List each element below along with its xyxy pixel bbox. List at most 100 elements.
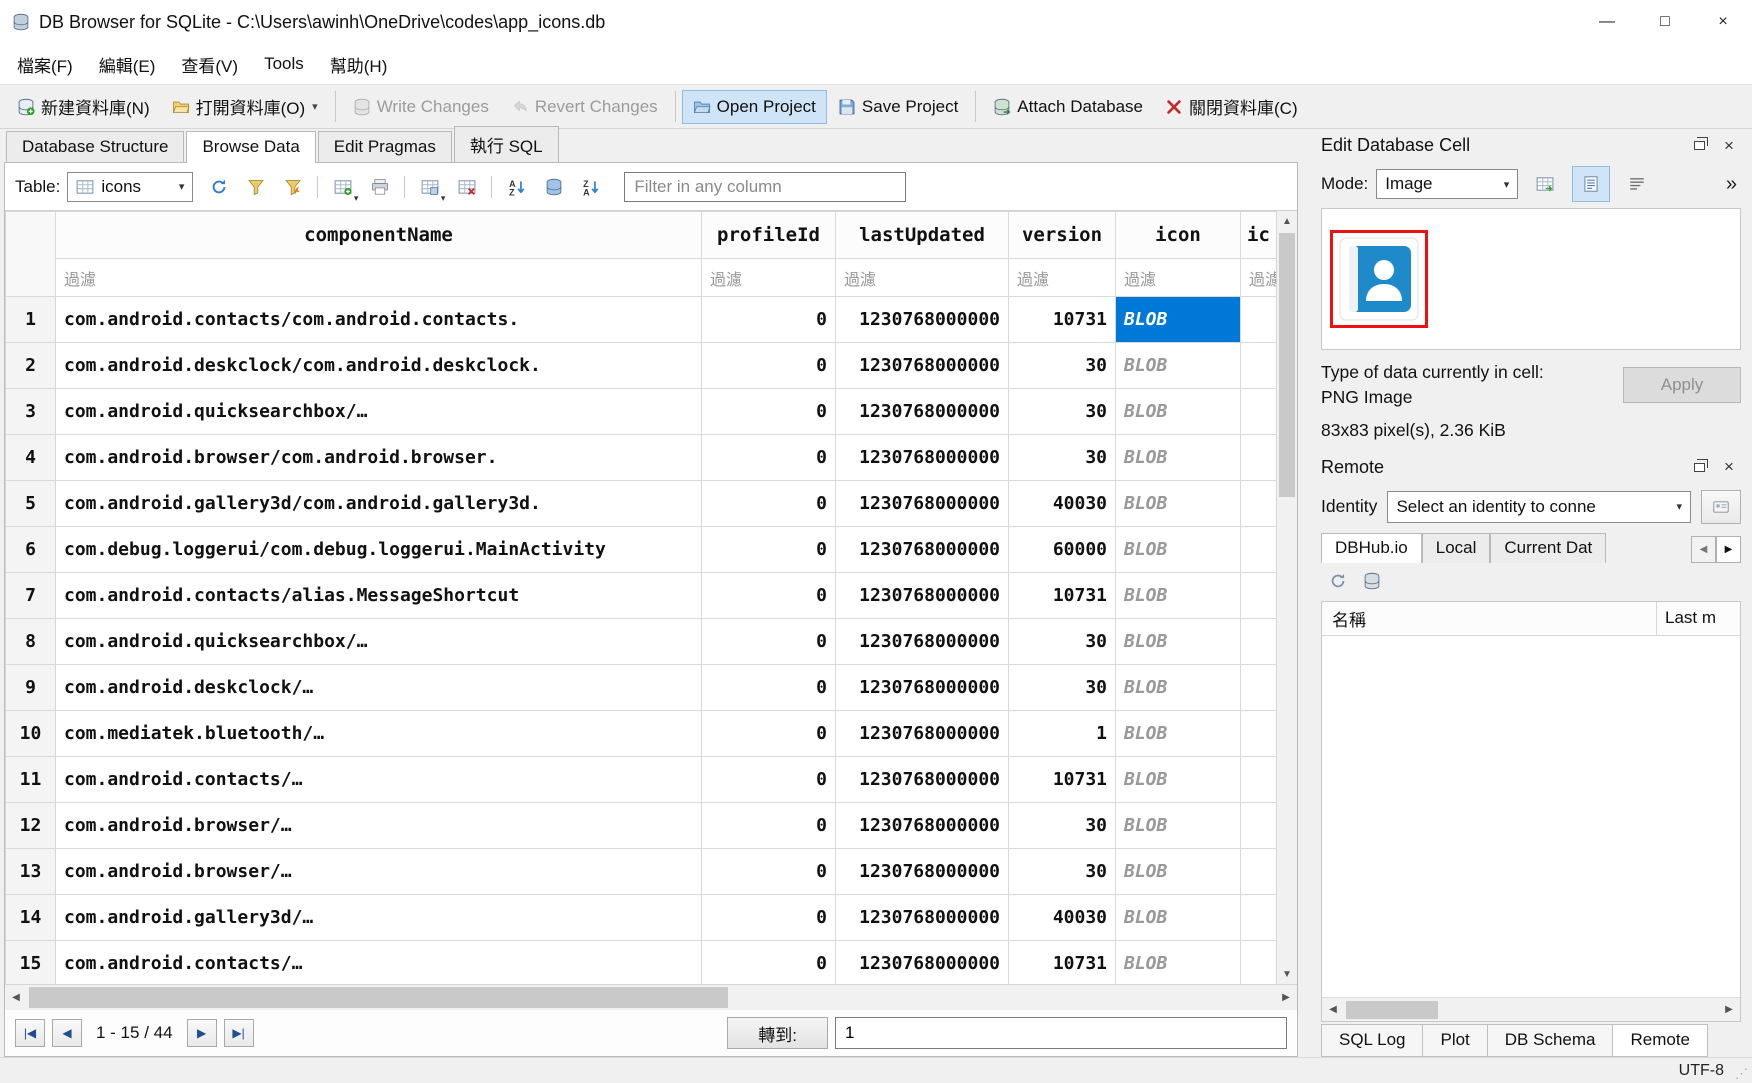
chevron-down-icon[interactable]: ▾ <box>354 193 359 204</box>
cell-profileId[interactable]: 0 <box>702 895 836 941</box>
menu-help[interactable]: 幫助(H) <box>317 45 401 84</box>
cell-icon[interactable]: BLOB <box>1116 665 1241 711</box>
dock-tab-db-schema[interactable]: DB Schema <box>1487 1024 1614 1057</box>
scroll-right-icon[interactable]: ▶ <box>1718 998 1740 1021</box>
row-number-cell[interactable]: 1 <box>6 297 56 343</box>
cell-icon[interactable]: BLOB <box>1116 389 1241 435</box>
row-number-cell[interactable]: 2 <box>6 343 56 389</box>
cell-version[interactable]: 30 <box>1009 849 1116 895</box>
row-number-cell[interactable]: 6 <box>6 527 56 573</box>
row-number-cell[interactable]: 11 <box>6 757 56 803</box>
scroll-down-icon[interactable]: ▼ <box>1277 964 1297 984</box>
cell-version[interactable]: 60000 <box>1009 527 1116 573</box>
more-tools-icon[interactable]: » <box>1726 173 1741 196</box>
cell-icon[interactable]: BLOB <box>1116 895 1241 941</box>
cell-profileId[interactable]: 0 <box>702 849 836 895</box>
cell-componentName[interactable]: com.android.deskclock/com.android.deskcl… <box>56 343 702 389</box>
cell-componentName[interactable]: com.android.contacts/com.android.contact… <box>56 297 702 343</box>
cell-componentName[interactable]: com.android.gallery3d/… <box>56 895 702 941</box>
last-page-button[interactable]: ▶| <box>224 1019 254 1047</box>
next-page-button[interactable]: ▶ <box>187 1019 217 1047</box>
remote-scrollbar-thumb[interactable] <box>1346 1001 1438 1019</box>
cell-version[interactable]: 10731 <box>1009 757 1116 803</box>
import-data-button[interactable] <box>1526 166 1564 202</box>
cell-icon[interactable]: BLOB <box>1116 343 1241 389</box>
duplicate-record-icon[interactable]: ▾ <box>411 170 448 204</box>
cell-componentName[interactable]: com.android.contacts/… <box>56 941 702 987</box>
resize-grip[interactable]: ⋰ <box>1735 1066 1748 1082</box>
first-page-button[interactable]: |◀ <box>15 1019 45 1047</box>
cell-componentName[interactable]: com.mediatek.bluetooth/… <box>56 711 702 757</box>
row-number-cell[interactable]: 13 <box>6 849 56 895</box>
filter-cell-lastUpdated[interactable]: 過濾 <box>836 259 1009 297</box>
tab-browse-data[interactable]: Browse Data <box>186 131 315 163</box>
cell-profileId[interactable]: 0 <box>702 297 836 343</box>
cell-version[interactable]: 30 <box>1009 665 1116 711</box>
cell-componentName[interactable]: com.android.browser/… <box>56 849 702 895</box>
column-header-ic[interactable]: ic <box>1241 212 1277 259</box>
tab-database-structure[interactable]: Database Structure <box>6 131 184 162</box>
cell-version[interactable]: 40030 <box>1009 895 1116 941</box>
cell-profileId[interactable]: 0 <box>702 619 836 665</box>
menu-view[interactable]: 查看(V) <box>168 45 251 84</box>
cell-lastUpdated[interactable]: 1230768000000 <box>836 619 1009 665</box>
row-number-cell[interactable]: 5 <box>6 481 56 527</box>
chevron-down-icon[interactable]: ▾ <box>312 100 318 113</box>
cell-lastUpdated[interactable]: 1230768000000 <box>836 941 1009 987</box>
close-button[interactable]: × <box>1694 0 1752 44</box>
refresh-icon[interactable] <box>200 170 237 204</box>
vertical-scrollbar-thumb[interactable] <box>1279 233 1295 497</box>
print-icon[interactable] <box>361 170 398 204</box>
cell-profileId[interactable]: 0 <box>702 941 836 987</box>
tab-scroll-right-icon[interactable]: ▶ <box>1716 536 1741 563</box>
horizontal-scrollbar[interactable]: ◀ ▶ <box>5 984 1297 1010</box>
filter-cell-profileId[interactable]: 過濾 <box>702 259 836 297</box>
save-results-icon[interactable] <box>535 170 572 204</box>
dock-tab-remote[interactable]: Remote <box>1612 1024 1708 1057</box>
goto-input[interactable] <box>835 1017 1287 1049</box>
cell-profileId[interactable]: 0 <box>702 435 836 481</box>
cell-profileId[interactable]: 0 <box>702 481 836 527</box>
cell-lastUpdated[interactable]: 1230768000000 <box>836 343 1009 389</box>
cell-componentName[interactable]: com.android.quicksearchbox/… <box>56 619 702 665</box>
cell-icon[interactable]: BLOB <box>1116 527 1241 573</box>
cell-icon[interactable]: BLOB <box>1116 297 1241 343</box>
dock-tab-plot[interactable]: Plot <box>1422 1024 1487 1057</box>
row-number-cell[interactable]: 15 <box>6 941 56 987</box>
column-header-profileId[interactable]: profileId <box>702 212 836 259</box>
clone-database-icon[interactable] <box>1363 572 1381 590</box>
mode-select[interactable]: Image ▾ <box>1376 169 1518 199</box>
filter-cell-ic[interactable]: 過濾 <box>1241 259 1277 297</box>
panel-splitter[interactable] <box>1302 129 1310 1057</box>
cell-version[interactable]: 30 <box>1009 389 1116 435</box>
tab-edit-pragmas[interactable]: Edit Pragmas <box>318 131 452 162</box>
column-header-icon[interactable]: icon <box>1116 212 1241 259</box>
cell-profileId[interactable]: 0 <box>702 803 836 849</box>
scroll-right-icon[interactable]: ▶ <box>1275 985 1297 1010</box>
close-database-button[interactable]: 關閉資料庫(C) <box>1154 87 1309 126</box>
open-database-button[interactable]: 打開資料庫(O)▾ <box>161 87 329 126</box>
tab-execute-sql[interactable]: 執行 SQL <box>454 126 559 162</box>
apply-button[interactable]: Apply <box>1623 367 1741 403</box>
dock-tab-sql-log[interactable]: SQL Log <box>1321 1024 1423 1057</box>
cell-lastUpdated[interactable]: 1230768000000 <box>836 481 1009 527</box>
row-number-cell[interactable]: 4 <box>6 435 56 481</box>
cell-icon[interactable]: BLOB <box>1116 941 1241 987</box>
filter-cell-icon[interactable]: 過濾 <box>1116 259 1241 297</box>
cell-lastUpdated[interactable]: 1230768000000 <box>836 711 1009 757</box>
vertical-scrollbar-track[interactable] <box>1277 231 1297 964</box>
identity-import-button[interactable] <box>1701 490 1741 524</box>
cell-version[interactable]: 10731 <box>1009 297 1116 343</box>
grid-corner-cell[interactable] <box>6 212 56 297</box>
close-panel-icon[interactable]: × <box>1717 134 1741 158</box>
cell-componentName[interactable]: com.android.contacts/alias.MessageShortc… <box>56 573 702 619</box>
row-number-cell[interactable]: 9 <box>6 665 56 711</box>
cell-lastUpdated[interactable]: 1230768000000 <box>836 803 1009 849</box>
float-panel-icon[interactable] <box>1687 134 1711 158</box>
cell-lastUpdated[interactable]: 1230768000000 <box>836 389 1009 435</box>
row-number-cell[interactable]: 10 <box>6 711 56 757</box>
cell-componentName[interactable]: com.android.deskclock/… <box>56 665 702 711</box>
remote-tab-current-database[interactable]: Current Dat <box>1490 533 1606 563</box>
scroll-up-icon[interactable]: ▲ <box>1277 211 1297 231</box>
cell-lastUpdated[interactable]: 1230768000000 <box>836 573 1009 619</box>
